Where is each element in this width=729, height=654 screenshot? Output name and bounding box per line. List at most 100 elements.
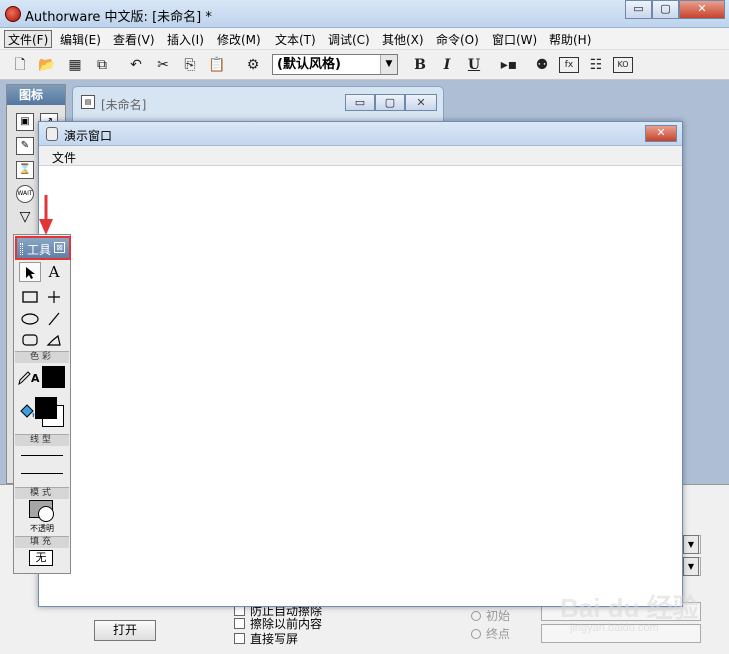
presentation-titlebar: 演示窗口 ✕ xyxy=(39,122,682,146)
menu-commands[interactable]: 命令(O) xyxy=(433,31,482,48)
undo-icon[interactable]: ↶ xyxy=(126,55,146,75)
rectangle-tool[interactable] xyxy=(19,287,41,307)
polygon-icon xyxy=(46,334,61,346)
cut-icon[interactable]: ✂ xyxy=(153,55,173,75)
find-icon[interactable]: ⚙ xyxy=(243,55,263,75)
icon-palette-title: 图标 xyxy=(7,85,65,105)
pencil-text-color-tool[interactable]: A xyxy=(16,368,42,388)
design-window-title: [未命名] xyxy=(101,98,147,112)
chevron-down-icon[interactable]: ▼ xyxy=(683,535,699,554)
knowledge-objects-icon[interactable]: KO xyxy=(613,57,633,73)
chevron-down-icon[interactable]: ▼ xyxy=(380,55,397,74)
copy-icon[interactable]: ⎘ xyxy=(180,55,200,75)
menu-modify[interactable]: 修改(M) xyxy=(214,31,264,48)
design-minimize-button[interactable]: ▭ xyxy=(345,94,375,111)
fill-none-option[interactable]: 无 xyxy=(29,550,53,566)
presentation-close-button[interactable]: ✕ xyxy=(645,125,677,142)
authorware-logo-icon xyxy=(5,6,21,22)
checkbox-label: 直接写屏 xyxy=(250,632,299,646)
radio-icon[interactable] xyxy=(471,629,481,639)
menu-insert[interactable]: 插入(I) xyxy=(164,31,207,48)
app-titlebar: Authorware 中文版: [未命名] * ▭ ▢ ✕ xyxy=(0,0,729,28)
wait-icon[interactable]: ⌛ xyxy=(16,161,34,179)
presentation-window-title: 演示窗口 xyxy=(64,129,113,143)
diagonal-line-tool[interactable] xyxy=(43,309,65,329)
foreground-color-swatch[interactable] xyxy=(35,397,57,419)
style-select-value: (默认风格) xyxy=(277,57,341,72)
line-section-label: 线型 xyxy=(15,434,69,446)
direct-to-screen-checkbox[interactable]: 直接写屏 xyxy=(234,630,298,647)
display-icon[interactable]: ▣ xyxy=(16,113,34,131)
menu-window[interactable]: 窗口(W) xyxy=(489,31,540,48)
baidu-watermark: Bai du 经验 jingyan.baidu.com xyxy=(560,580,710,640)
line-style-thin[interactable] xyxy=(21,455,63,456)
save-all-icon[interactable]: ▦ xyxy=(65,55,85,75)
plus-icon xyxy=(48,291,60,303)
tools-palette-title: 工具 xyxy=(27,243,52,257)
presentation-menu-file[interactable]: 文件 xyxy=(52,149,76,166)
menu-edit[interactable]: 编辑(E) xyxy=(57,31,104,48)
polygon-tool[interactable] xyxy=(43,330,65,350)
drag-grip-icon[interactable] xyxy=(20,243,23,255)
toolbar: 🗋 📂 ▦ ⧉ ↶ ✂ ⎘ 📋 ⚙ (默认风格) ▼ B I U ▸▪ ⚉ fx… xyxy=(0,50,729,80)
app-title: Authorware 中文版: [未命名] * xyxy=(25,10,212,25)
presentation-menubar: 文件 xyxy=(39,146,682,166)
mode-section-label: 模式 xyxy=(15,487,69,499)
radio-initial[interactable]: 初始 xyxy=(471,607,510,624)
rectangle-icon xyxy=(22,291,38,303)
chevron-down-icon[interactable]: ▼ xyxy=(683,557,699,576)
pointer-tool[interactable] xyxy=(19,262,41,282)
control-panel-icon[interactable]: ⚉ xyxy=(532,55,552,75)
menu-text[interactable]: 文本(T) xyxy=(272,31,319,48)
maximize-button[interactable]: ▢ xyxy=(652,0,679,19)
mode-circle-icon xyxy=(38,506,54,522)
pointer-icon xyxy=(26,267,35,279)
radio-end[interactable]: 终点 xyxy=(471,625,510,642)
oval-tool[interactable] xyxy=(19,309,41,329)
paste-icon[interactable]: 📋 xyxy=(207,55,227,75)
underline-button[interactable]: U xyxy=(464,55,484,75)
checkbox-icon[interactable] xyxy=(234,633,245,644)
close-icon[interactable]: ⊠ xyxy=(54,242,65,253)
menu-file[interactable]: 文件(F) xyxy=(4,30,53,48)
text-color-label: A xyxy=(31,372,40,385)
close-button[interactable]: ✕ xyxy=(679,0,725,19)
wait-stop-icon[interactable]: WAIT xyxy=(16,185,34,203)
crosshair-line-tool[interactable] xyxy=(43,287,65,307)
design-close-button[interactable]: ✕ xyxy=(405,94,437,111)
open-button[interactable]: 打开 xyxy=(94,620,156,641)
run-icon[interactable]: ▸▪ xyxy=(499,55,519,75)
style-select[interactable]: (默认风格) ▼ xyxy=(272,54,398,75)
minimize-button[interactable]: ▭ xyxy=(625,0,652,19)
menu-other[interactable]: 其他(X) xyxy=(379,31,427,48)
checkbox-icon[interactable] xyxy=(234,618,245,629)
menu-help[interactable]: 帮助(H) xyxy=(546,31,594,48)
watermark-text: Bai du 经验 xyxy=(560,593,699,623)
line-icon xyxy=(48,312,60,326)
bold-button[interactable]: B xyxy=(410,55,430,75)
line-style-medium[interactable] xyxy=(21,473,63,474)
decision-icon[interactable]: ▽ xyxy=(16,209,34,227)
variables-icon[interactable]: ☷ xyxy=(586,55,606,75)
rounded-rectangle-icon xyxy=(22,334,38,346)
rounded-rectangle-tool[interactable] xyxy=(19,330,41,350)
radio-label: 初始 xyxy=(486,609,511,623)
design-maximize-button[interactable]: ▢ xyxy=(375,94,405,111)
text-tool[interactable]: A xyxy=(43,262,65,282)
mode-value: 不透明 xyxy=(30,524,54,533)
stroke-color-swatch[interactable] xyxy=(42,366,65,388)
pencil-icon xyxy=(18,371,31,385)
italic-button[interactable]: I xyxy=(437,55,457,75)
tools-palette-header[interactable]: 工具 ⊠ xyxy=(15,236,71,260)
menu-view[interactable]: 查看(V) xyxy=(110,31,158,48)
menu-debug[interactable]: 调试(C) xyxy=(325,31,373,48)
erase-icon[interactable]: ✎ xyxy=(16,137,34,155)
open-folder-icon[interactable]: 📂 xyxy=(37,55,57,75)
radio-icon[interactable] xyxy=(471,611,481,621)
color-section-label: 色彩 xyxy=(15,351,69,363)
presentation-canvas[interactable] xyxy=(39,166,682,606)
new-file-icon[interactable]: 🗋 xyxy=(10,55,30,75)
functions-icon[interactable]: fx xyxy=(559,57,579,73)
watermark-url: jingyan.baidu.com xyxy=(570,622,659,634)
import-icon[interactable]: ⧉ xyxy=(92,55,112,75)
